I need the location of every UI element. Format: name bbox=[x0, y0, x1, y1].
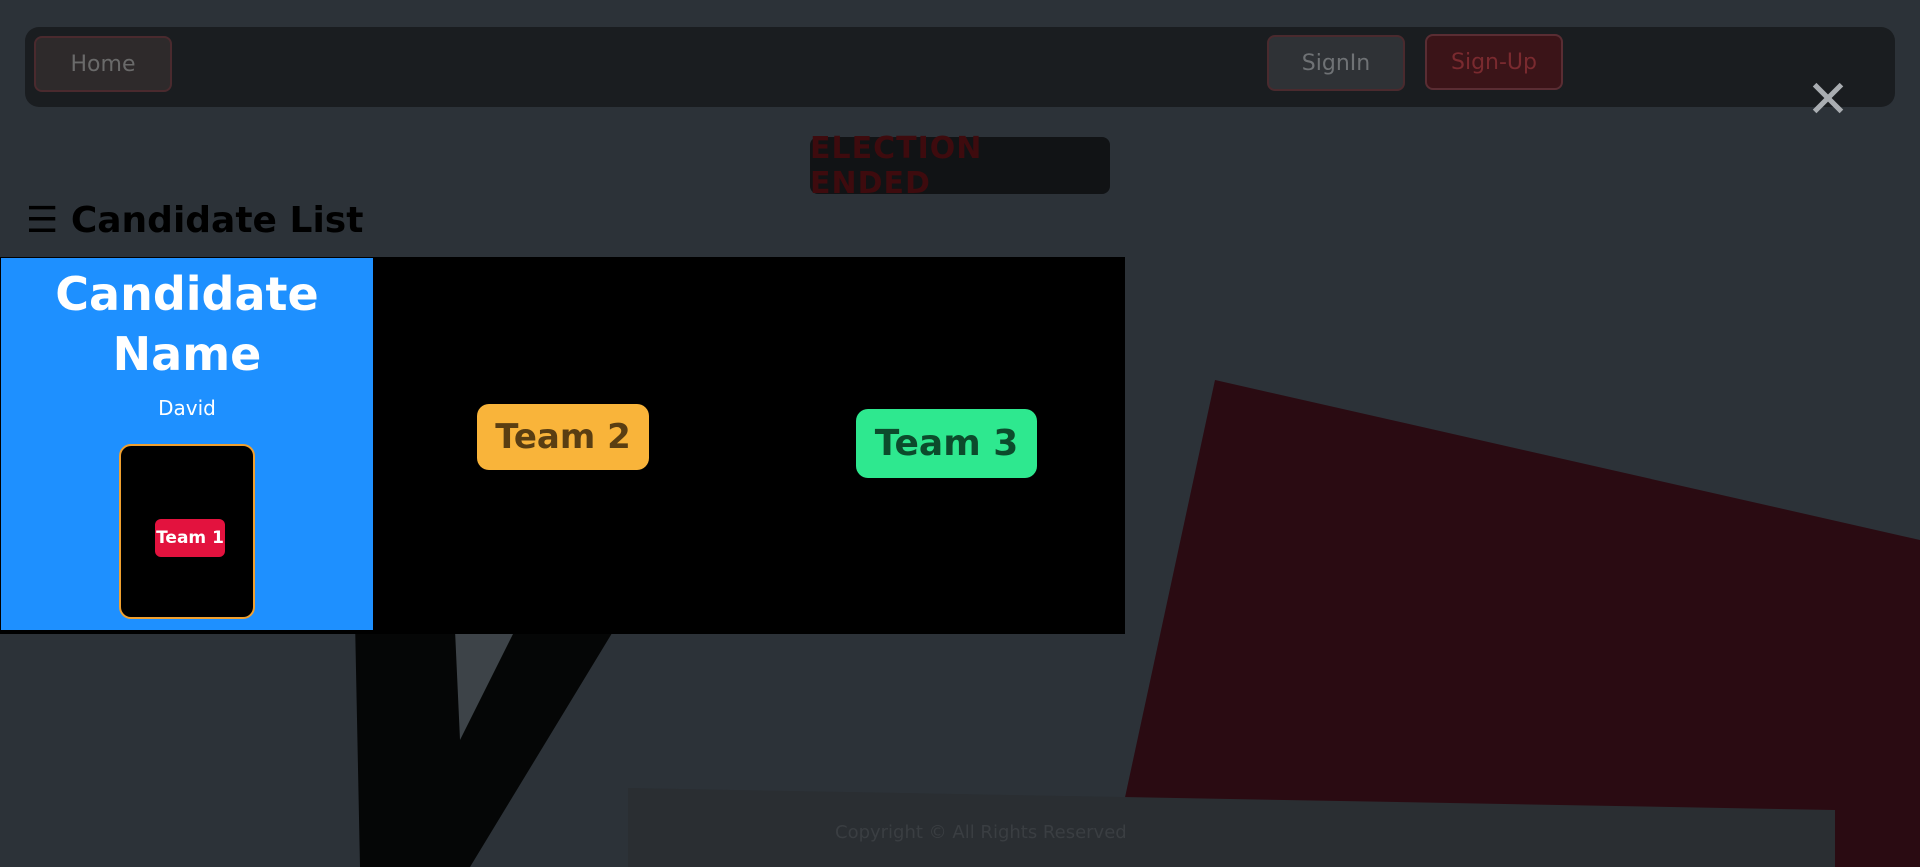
signin-button[interactable]: SignIn bbox=[1267, 35, 1405, 91]
team-2-badge[interactable]: Team 2 bbox=[477, 404, 649, 470]
candidate-list-heading: ☰ Candidate List bbox=[26, 200, 363, 241]
close-icon[interactable]: ✕ bbox=[1806, 74, 1850, 126]
team-1-badge[interactable]: Team 1 bbox=[155, 519, 225, 557]
election-status-text: ELECTION ENDED bbox=[810, 130, 983, 201]
navbar: Home SignIn Sign-Up bbox=[25, 27, 1895, 107]
signup-button[interactable]: Sign-Up bbox=[1425, 34, 1563, 90]
team-drop-slot[interactable]: Team 1 bbox=[119, 444, 255, 619]
candidate-card: Candidate Name David Team 1 bbox=[1, 258, 373, 630]
candidate-card-title: Candidate Name bbox=[55, 267, 319, 381]
election-status-banner: ELECTION ENDED bbox=[810, 131, 1110, 201]
menu-icon[interactable]: ☰ bbox=[26, 200, 58, 241]
candidate-list-title: Candidate List bbox=[70, 200, 364, 241]
footer-copyright: Copyright © All Rights Reserved bbox=[835, 822, 1127, 843]
team-3-badge[interactable]: Team 3 bbox=[856, 409, 1037, 478]
home-button[interactable]: Home bbox=[34, 36, 172, 92]
candidate-name: David bbox=[158, 396, 216, 420]
